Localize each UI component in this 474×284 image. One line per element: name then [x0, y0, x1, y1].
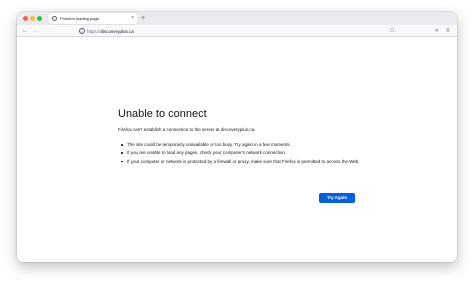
new-tab-button[interactable]: + [139, 13, 147, 24]
window-minimize-button[interactable] [30, 16, 35, 21]
hamburger-menu-icon[interactable]: ≡ [446, 25, 450, 37]
url-text[interactable]: https://discoveryplus.ca [87, 27, 134, 36]
page-icon [52, 15, 57, 21]
tab-active[interactable]: Problem loading page × [48, 13, 138, 24]
window-close-button[interactable] [23, 16, 28, 21]
info-icon[interactable]: i [79, 28, 85, 34]
tab-bar: Problem loading page × + [17, 12, 457, 25]
back-button[interactable]: ← [22, 25, 28, 37]
url-scheme: https:// [87, 28, 101, 34]
list-item: If your computer or network is protected… [121, 159, 363, 165]
forward-button[interactable]: → [32, 25, 38, 37]
window-maximize-button[interactable] [37, 16, 42, 21]
error-title: Unable to connect [118, 108, 207, 120]
url-bar[interactable]: i https://discoveryplus.ca [77, 27, 422, 36]
error-suggestions: The site could be temporarily unavailabl… [121, 142, 363, 167]
close-tab-icon[interactable]: × [131, 14, 134, 23]
bookmark-star-icon[interactable]: ☆ [389, 25, 395, 37]
overflow-menu-icon[interactable]: » [435, 25, 438, 37]
browser-window: Problem loading page × + ← → i https://d… [17, 12, 457, 262]
try-again-button[interactable]: Try Again [319, 193, 355, 203]
list-item: The site could be temporarily unavailabl… [121, 142, 363, 148]
list-item: If you are unable to load any pages, che… [121, 150, 363, 156]
error-description: Firefox can’t establish a connection to … [118, 127, 256, 132]
nav-bar: ← → i https://discoveryplus.ca ☆ » ≡ [17, 25, 457, 37]
tab-title: Problem loading page [60, 16, 99, 21]
page-content: Unable to connect Firefox can’t establis… [17, 37, 457, 262]
url-host: discoveryplus.ca [100, 28, 134, 34]
